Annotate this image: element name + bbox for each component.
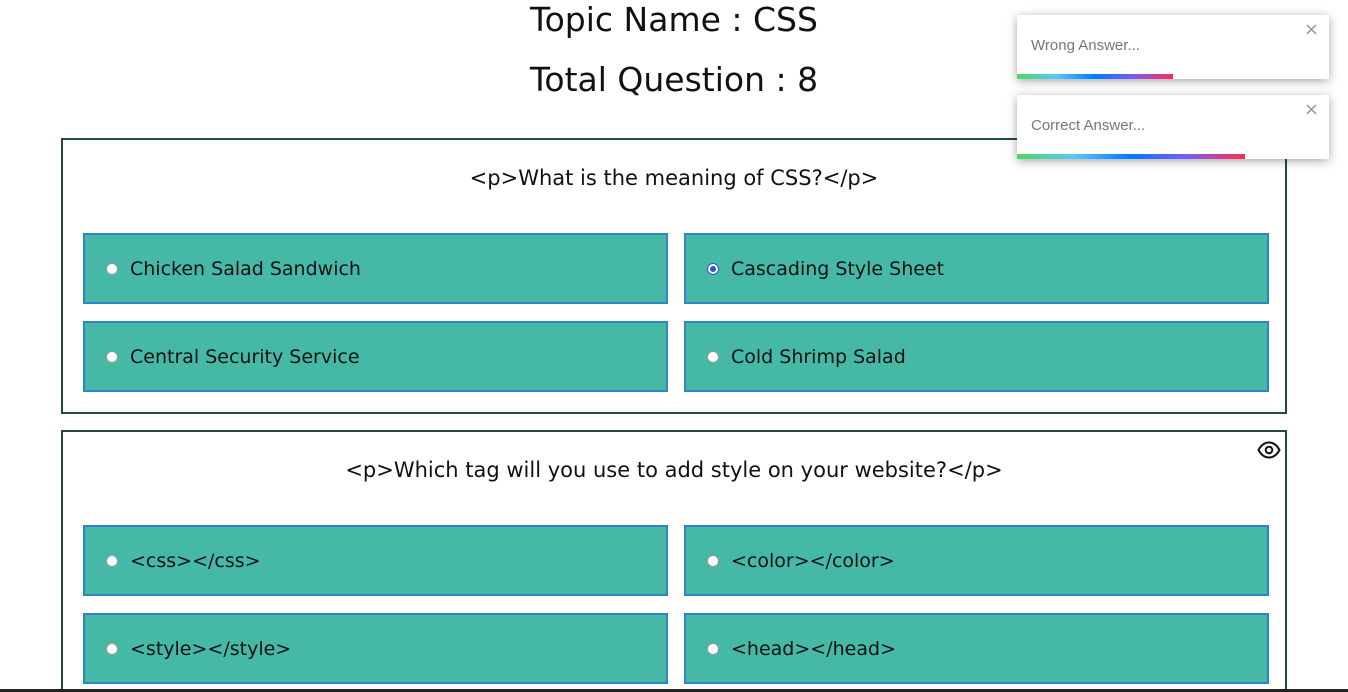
question-text: <p>What is the meaning of CSS?</p> bbox=[469, 166, 879, 190]
radio-button[interactable] bbox=[106, 554, 118, 567]
answer-option[interactable]: Cascading Style Sheet bbox=[684, 233, 1269, 304]
radio-button[interactable] bbox=[106, 262, 118, 275]
option-label: <style></style> bbox=[130, 637, 292, 660]
radio-button[interactable] bbox=[707, 554, 719, 567]
toast-message: Correct Answer... bbox=[1031, 117, 1146, 134]
option-label: <color></color> bbox=[731, 549, 895, 572]
toast-progress-bar bbox=[1017, 154, 1245, 159]
answer-option[interactable]: Chicken Salad Sandwich bbox=[83, 233, 668, 304]
answer-option[interactable]: <head></head> bbox=[684, 613, 1269, 684]
close-icon[interactable]: × bbox=[1304, 19, 1319, 40]
toast-message: Wrong Answer... bbox=[1031, 37, 1140, 54]
radio-button[interactable] bbox=[106, 350, 118, 363]
toast-correct-answer: Correct Answer... × bbox=[1017, 95, 1329, 159]
radio-button[interactable] bbox=[707, 642, 719, 655]
answer-option[interactable]: <color></color> bbox=[684, 525, 1269, 596]
quiz-page: Topic Name : CSS Total Question : 8 <p>W… bbox=[0, 0, 1348, 692]
answer-option[interactable]: <css></css> bbox=[83, 525, 668, 596]
close-icon[interactable]: × bbox=[1304, 99, 1319, 120]
option-label: Cascading Style Sheet bbox=[731, 257, 945, 280]
toast-wrong-answer: Wrong Answer... × bbox=[1017, 15, 1329, 79]
option-label: Cold Shrimp Salad bbox=[731, 345, 906, 368]
answer-option[interactable]: Central Security Service bbox=[83, 321, 668, 392]
question-text: <p>Which tag will you use to add style o… bbox=[345, 458, 1003, 482]
option-label: <head></head> bbox=[731, 637, 896, 660]
radio-button-selected[interactable] bbox=[707, 262, 719, 275]
answer-option[interactable]: Cold Shrimp Salad bbox=[684, 321, 1269, 392]
option-label: Central Security Service bbox=[130, 345, 360, 368]
question-card: <p>What is the meaning of CSS?</p> Chick… bbox=[61, 138, 1287, 414]
eye-icon[interactable] bbox=[1257, 438, 1281, 462]
answer-option[interactable]: <style></style> bbox=[83, 613, 668, 684]
option-label: Chicken Salad Sandwich bbox=[130, 257, 361, 280]
question-card: <p>Which tag will you use to add style o… bbox=[61, 430, 1287, 692]
radio-button[interactable] bbox=[707, 350, 719, 363]
option-label: <css></css> bbox=[130, 549, 261, 572]
radio-button[interactable] bbox=[106, 642, 118, 655]
toast-progress-bar bbox=[1017, 74, 1173, 79]
